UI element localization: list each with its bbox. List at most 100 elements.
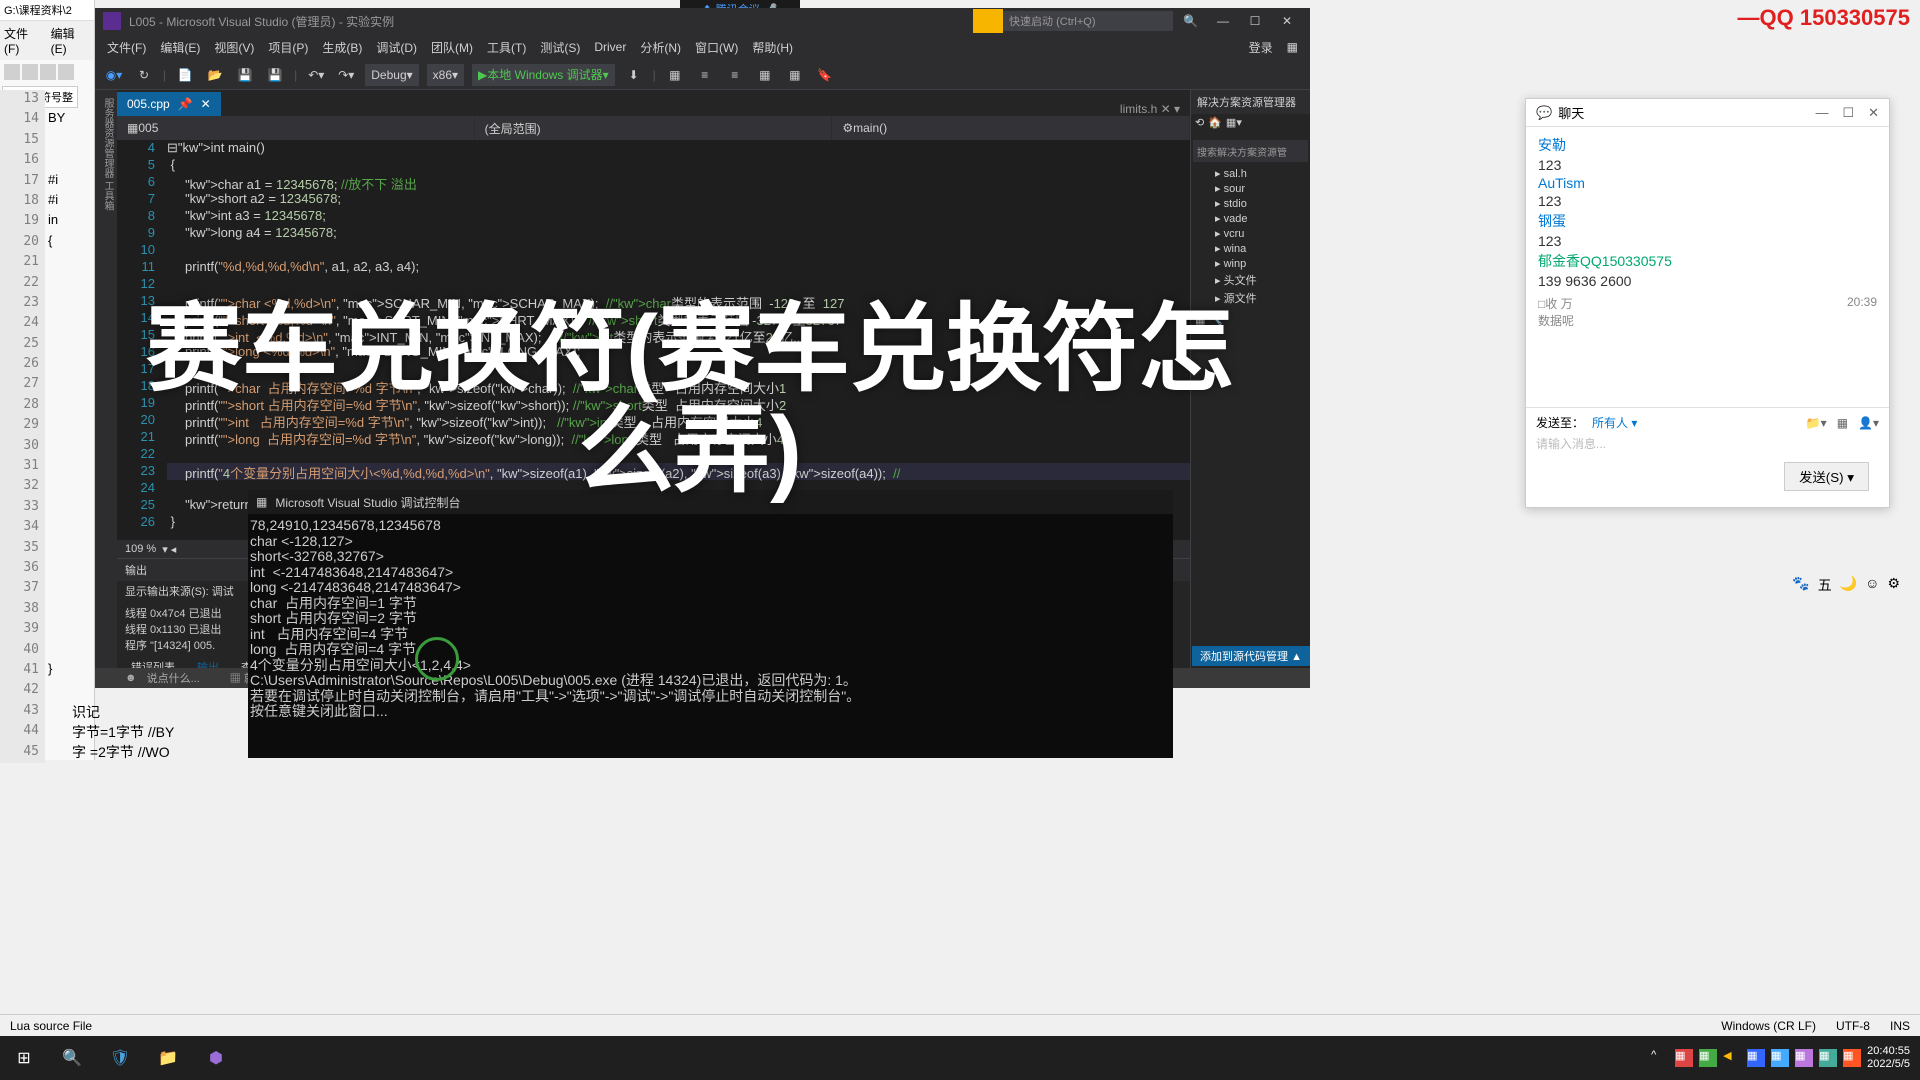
clock[interactable]: 20:40:55 2022/5/5	[1867, 1045, 1910, 1071]
ime-icon[interactable]: 🐾	[1792, 575, 1809, 595]
menu-item[interactable]: 帮助(H)	[748, 37, 797, 58]
send-button[interactable]: 发送(S) ▾	[1784, 462, 1869, 491]
close-button[interactable]: ✕	[1868, 105, 1879, 121]
person-icon[interactable]: 👤▾	[1858, 416, 1879, 430]
tray-icon[interactable]: ▦	[1699, 1049, 1717, 1067]
nav-bar[interactable]: ▦ 005 (全局范围) ⚙ main()	[117, 116, 1190, 140]
tree-item[interactable]: ▸ sal.h	[1195, 166, 1306, 181]
menu-item[interactable]: 视图(V)	[210, 37, 258, 58]
chat-input[interactable]: 请输入消息...	[1536, 431, 1879, 456]
open-icon[interactable]	[22, 64, 38, 80]
solution-search[interactable]: 搜索解决方案资源管	[1193, 140, 1308, 162]
menu-item[interactable]: 团队(M)	[427, 37, 477, 58]
maximize-button[interactable]: ☐	[1240, 11, 1270, 31]
search-icon[interactable]: 🔍	[1183, 14, 1198, 28]
indent-icon[interactable]: ≡	[694, 64, 716, 86]
saveall-icon[interactable]: 💾	[264, 64, 286, 86]
menu-item[interactable]: 编辑(E)	[156, 37, 204, 58]
menu-item[interactable]: 分析(N)	[636, 37, 685, 58]
menu-item[interactable]: 项目(P)	[264, 37, 312, 58]
toolbar-icon[interactable]: ▦	[664, 64, 686, 86]
tree-item[interactable]: ▸ wina	[1195, 241, 1306, 256]
tray-icon[interactable]: ▦	[1819, 1049, 1837, 1067]
menu-item[interactable]: 生成(B)	[318, 37, 366, 58]
file-tab-preview[interactable]: limits.h ✕ ▾	[1110, 102, 1190, 116]
close-button[interactable]: ✕	[1272, 11, 1302, 31]
avatar-icon[interactable]: ▦	[1283, 38, 1302, 56]
tray-icon[interactable]: ▦	[1771, 1049, 1789, 1067]
notepad-menubar[interactable]: 文件(F) 编辑(E)	[0, 21, 94, 60]
windows-taskbar[interactable]: ⊞ 🔍 🛡 📁 ⬢ ^ ▦ ▦ ◀ ▦ ▦ ▦ ▦ ▦ 20:40:55 202…	[0, 1036, 1920, 1080]
bookmark-icon[interactable]: 🔖	[814, 64, 836, 86]
ime-toolbar[interactable]: 🐾 五 🌙 ☺ ⚙	[1792, 575, 1900, 595]
menu-item[interactable]: Driver	[590, 38, 630, 56]
nav-scope[interactable]: ▦ 005	[117, 116, 475, 140]
tray-icon[interactable]: ◀	[1723, 1049, 1741, 1067]
close-tab-icon[interactable]: ✕	[201, 97, 211, 111]
redo-icon[interactable]: ↷▾	[335, 64, 357, 86]
config-dropdown[interactable]: Debug ▾	[365, 64, 418, 86]
start-button[interactable]: ⊞	[0, 1036, 48, 1080]
zoom-level[interactable]: 109 %	[125, 543, 156, 555]
quick-launch-input[interactable]: 快速启动 (Ctrl+Q)	[1003, 11, 1173, 31]
tree-item[interactable]: ▸ 头文件	[1195, 271, 1306, 289]
solution-tree[interactable]: ▸ sal.h▸ sour▸ stdio▸ vade▸ vcru▸ wina▸ …	[1191, 164, 1310, 309]
vs-side-tabs[interactable]: 服务器资源管理器 工具箱	[95, 90, 117, 688]
tree-item[interactable]: ▸ vcru	[1195, 226, 1306, 241]
back-icon[interactable]: ◉▾	[103, 64, 125, 86]
home-icon[interactable]: ⟲	[1195, 116, 1204, 136]
tree-item[interactable]: ▸ winp	[1195, 256, 1306, 271]
folder-icon[interactable]: 📁▾	[1806, 416, 1827, 430]
forward-icon[interactable]: ↻	[133, 64, 155, 86]
ime-gear-icon[interactable]: ⚙	[1887, 575, 1900, 595]
menu-item[interactable]: 文件(F)	[103, 37, 150, 58]
minimize-button[interactable]: —	[1208, 11, 1238, 31]
search-button[interactable]: 🔍	[48, 1036, 96, 1080]
new-file-icon[interactable]: 📄	[174, 64, 196, 86]
vs-toolbar[interactable]: ◉▾ ↻ | 📄 📂 💾 💾 | ↶▾ ↷▾ Debug ▾ x86 ▾ ▶ 本…	[95, 60, 1310, 90]
menu-file[interactable]: 文件(F)	[4, 25, 43, 56]
tree-item[interactable]: ▸ sour	[1195, 181, 1306, 196]
vs-menubar[interactable]: 文件(F)编辑(E)视图(V)项目(P)生成(B)调试(D)团队(M)工具(T)…	[95, 34, 1310, 60]
pin-icon[interactable]: 📌	[178, 97, 193, 111]
capture-icon[interactable]: ▦	[1837, 416, 1848, 430]
saveall-icon[interactable]	[58, 64, 74, 80]
new-icon[interactable]	[4, 64, 20, 80]
wrench-icon[interactable]: 🔧	[1209, 313, 1223, 326]
notepad-toolbar[interactable]	[0, 60, 94, 84]
tray-icon[interactable]: ▦	[1843, 1049, 1861, 1067]
uncomment-icon[interactable]: ▦	[784, 64, 806, 86]
notification-badge[interactable]	[973, 9, 1003, 33]
menu-item[interactable]: 窗口(W)	[691, 37, 742, 58]
save-icon[interactable]: 💾	[234, 64, 256, 86]
refresh-icon[interactable]: ▦▾	[1226, 116, 1242, 136]
outdent-icon[interactable]: ≡	[724, 64, 746, 86]
recipient-dropdown[interactable]: 所有人 ▾	[1592, 414, 1637, 431]
code-editor[interactable]: 4⊟"kw">int main()5 {6 "kw">char a1 = 123…	[117, 140, 1190, 540]
save-icon[interactable]	[40, 64, 56, 80]
menu-item[interactable]: 测试(S)	[536, 37, 584, 58]
login-button[interactable]: 登录	[1245, 37, 1277, 58]
tray-icon[interactable]: ▦	[1795, 1049, 1813, 1067]
security-icon[interactable]: 🛡	[96, 1036, 144, 1080]
ime-moon-icon[interactable]: 🌙	[1840, 575, 1857, 595]
minimize-button[interactable]: —	[1815, 105, 1828, 121]
tree-item[interactable]: ▸ stdio	[1195, 196, 1306, 211]
undo-icon[interactable]: ↶▾	[305, 64, 327, 86]
maximize-button[interactable]: ☐	[1842, 105, 1854, 121]
tree-item[interactable]: ▸ 源文件	[1195, 289, 1306, 307]
tray-icon[interactable]: ▦	[1747, 1049, 1765, 1067]
tray-up-icon[interactable]: ^	[1651, 1049, 1669, 1067]
run-button[interactable]: ▶ 本地 Windows 调试器 ▾	[472, 64, 615, 86]
ime-face-icon[interactable]: ☺	[1865, 575, 1879, 595]
file-tab-active[interactable]: 005.cpp 📌 ✕	[117, 92, 221, 116]
menu-item[interactable]: 调试(D)	[372, 37, 421, 58]
tree-item[interactable]: ▸ vade	[1195, 211, 1306, 226]
platform-dropdown[interactable]: x86 ▾	[427, 64, 464, 86]
comment-icon[interactable]: ▦	[754, 64, 776, 86]
nav-middle[interactable]: (全局范围)	[475, 116, 833, 140]
tray-icon[interactable]: ▦	[1675, 1049, 1693, 1067]
step-icon[interactable]: ⬇	[623, 64, 645, 86]
nav-func[interactable]: ⚙ main()	[832, 116, 1190, 140]
menu-edit[interactable]: 编辑(E)	[51, 25, 90, 56]
